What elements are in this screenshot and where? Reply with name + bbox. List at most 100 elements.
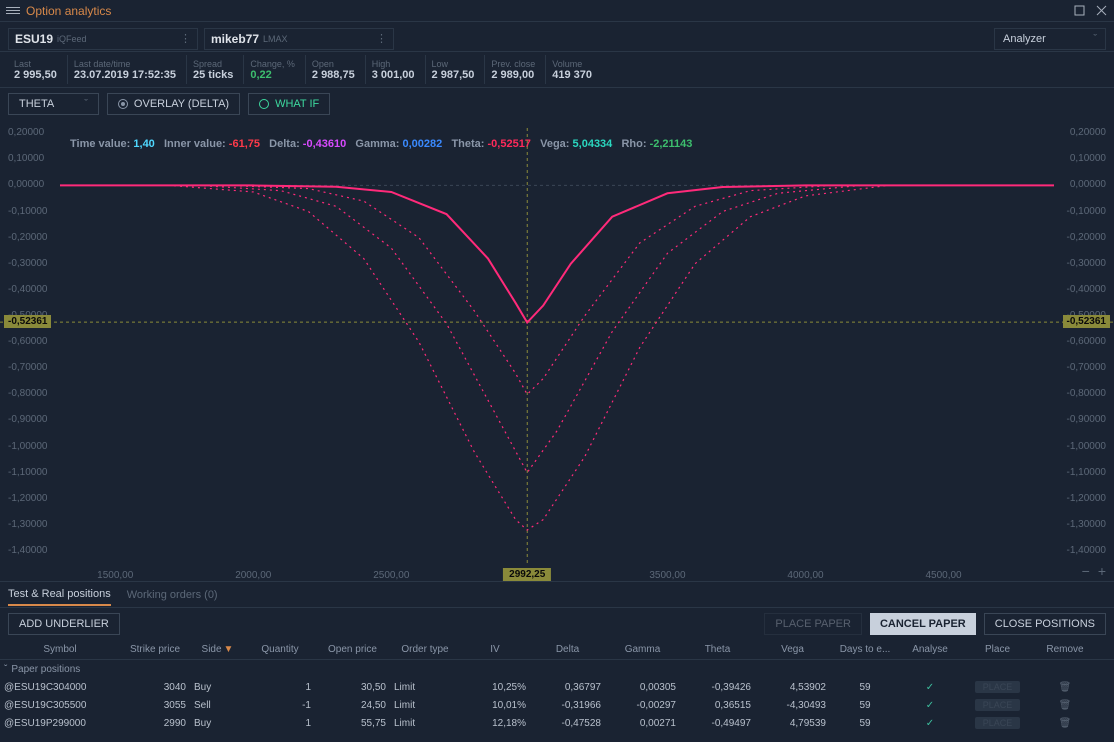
y-tick: -0,30000 — [1067, 258, 1106, 269]
cell-dte: 59 — [830, 696, 900, 714]
y-tick: -1,00000 — [8, 441, 47, 452]
y-tick: -0,40000 — [1067, 284, 1106, 295]
cell-delta: -0,47528 — [530, 714, 605, 732]
cell-iv: 10,25% — [460, 678, 530, 696]
titlebar: Option analytics — [0, 0, 1114, 22]
action-row: ADD UNDERLIER PLACE PAPER CANCEL PAPER C… — [0, 608, 1114, 640]
y-tick: -0,70000 — [1067, 362, 1106, 373]
table-row[interactable]: @ESU19P299000 2990 Buy 1 55,75 Limit 12,… — [0, 714, 1114, 732]
y-tick: -0,20000 — [1067, 232, 1106, 243]
cancel-paper-button[interactable]: CANCEL PAPER — [870, 613, 976, 635]
greek-select[interactable]: THETAˇ — [8, 93, 99, 115]
cell-symbol: @ESU19C304000 — [0, 678, 120, 696]
x-marker: 2992,25 — [503, 568, 551, 581]
info-volume: 419 370 — [552, 69, 592, 81]
symbol-primary[interactable]: ESU19 iQFeed ⋮ — [8, 28, 198, 50]
cell-theta: -0,39426 — [680, 678, 755, 696]
chart-area[interactable]: Time value: 1,40 Inner value: -61,75 Del… — [0, 120, 1114, 582]
cell-analyse[interactable]: ✓ — [900, 696, 960, 714]
y-tick: -1,30000 — [1067, 519, 1106, 530]
cell-theta: -0,49497 — [680, 714, 755, 732]
zoom-in-button[interactable]: + — [1098, 563, 1106, 579]
y-tick: -0,30000 — [8, 258, 47, 269]
check-icon: ✓ — [926, 682, 934, 693]
y-tick: -1,40000 — [1067, 545, 1106, 556]
x-tick: 2000,00 — [235, 570, 271, 581]
cell-place[interactable]: PLACE — [960, 678, 1035, 696]
more-icon[interactable]: ⋮ — [180, 32, 191, 45]
info-open: 2 988,75 — [312, 69, 355, 81]
table-row[interactable]: @ESU19C305500 3055 Sell -1 24,50 Limit 1… — [0, 696, 1114, 714]
cell-open: 30,50 — [315, 678, 390, 696]
radio-off-icon — [259, 99, 269, 109]
tab-orders[interactable]: Working orders (0) — [127, 585, 218, 605]
y-tick: -1,30000 — [8, 519, 47, 530]
maximize-icon[interactable] — [1072, 4, 1086, 18]
whatif-toggle[interactable]: WHAT IF — [248, 93, 330, 115]
cell-remove[interactable]: 🗑 — [1035, 714, 1095, 732]
y-tick: 0,20000 — [1070, 127, 1106, 138]
zoom-out-button[interactable]: − — [1082, 563, 1090, 579]
cell-open: 24,50 — [315, 696, 390, 714]
cell-qty: -1 — [245, 696, 315, 714]
cell-place[interactable]: PLACE — [960, 696, 1035, 714]
cell-side: Sell — [190, 696, 245, 714]
tab-positions[interactable]: Test & Real positions — [8, 584, 111, 606]
x-tick: 3500,00 — [649, 570, 685, 581]
check-icon: ✓ — [926, 700, 934, 711]
y-tick: -0,20000 — [8, 232, 47, 243]
y-tick: 0,00000 — [8, 179, 44, 190]
close-positions-button[interactable]: CLOSE POSITIONS — [984, 613, 1106, 635]
y-tick: 0,10000 — [8, 153, 44, 164]
cell-vega: -4,30493 — [755, 696, 830, 714]
cell-remove[interactable]: 🗑 — [1035, 696, 1095, 714]
y-tick: -0,90000 — [8, 414, 47, 425]
cell-place[interactable]: PLACE — [960, 714, 1035, 732]
view-mode-select[interactable]: Analyzer ˇ — [994, 28, 1106, 50]
y-tick: -0,90000 — [1067, 414, 1106, 425]
y-tick: -0,80000 — [1067, 388, 1106, 399]
y-tick: -1,20000 — [1067, 493, 1106, 504]
y-tick: -0,80000 — [8, 388, 47, 399]
symbol-row: ESU19 iQFeed ⋮ mikeb77 LMAX ⋮ Analyzer ˇ — [0, 22, 1114, 52]
place-paper-button: PLACE PAPER — [764, 613, 862, 635]
close-icon[interactable] — [1094, 4, 1108, 18]
cell-dte: 59 — [830, 714, 900, 732]
cell-gamma: 0,00305 — [605, 678, 680, 696]
y-tick: -0,60000 — [8, 336, 47, 347]
cell-strike: 3055 — [120, 696, 190, 714]
y-tick: -0,60000 — [1067, 336, 1106, 347]
cell-theta: 0,36515 — [680, 696, 755, 714]
y-tick: -0,10000 — [1067, 206, 1106, 217]
menu-icon[interactable] — [6, 7, 20, 14]
y-tick: 0,20000 — [8, 127, 44, 138]
more-icon[interactable]: ⋮ — [376, 32, 387, 45]
group-paper[interactable]: ˇPaper positions — [0, 660, 1114, 678]
check-icon: ✓ — [926, 718, 934, 729]
info-prev: 2 989,00 — [491, 69, 535, 81]
symbol-secondary[interactable]: mikeb77 LMAX ⋮ — [204, 28, 394, 50]
cell-gamma: 0,00271 — [605, 714, 680, 732]
info-last: 2 995,50 — [14, 69, 57, 81]
cell-remove[interactable]: 🗑 — [1035, 678, 1095, 696]
trash-icon: 🗑 — [1059, 700, 1072, 711]
cell-analyse[interactable]: ✓ — [900, 714, 960, 732]
cell-qty: 1 — [245, 714, 315, 732]
cell-otype: Limit — [390, 696, 460, 714]
y-tick: 0,00000 — [1070, 179, 1106, 190]
cell-qty: 1 — [245, 678, 315, 696]
y-tick: -1,10000 — [1067, 467, 1106, 478]
table-row[interactable]: @ESU19C304000 3040 Buy 1 30,50 Limit 10,… — [0, 678, 1114, 696]
positions-table: Symbol Strike price Side▼ Quantity Open … — [0, 640, 1114, 732]
add-underlier-button[interactable]: ADD UNDERLIER — [8, 613, 120, 635]
cell-analyse[interactable]: ✓ — [900, 678, 960, 696]
chart-plot[interactable] — [0, 120, 1114, 582]
filter-icon[interactable]: ▼ — [224, 644, 234, 655]
cell-vega: 4,79539 — [755, 714, 830, 732]
overlay-toggle[interactable]: OVERLAY (DELTA) — [107, 93, 240, 115]
cell-iv: 10,01% — [460, 696, 530, 714]
x-tick: 4000,00 — [787, 570, 823, 581]
trash-icon: 🗑 — [1059, 682, 1072, 693]
window-title: Option analytics — [26, 4, 111, 18]
y-tick: -0,40000 — [8, 284, 47, 295]
